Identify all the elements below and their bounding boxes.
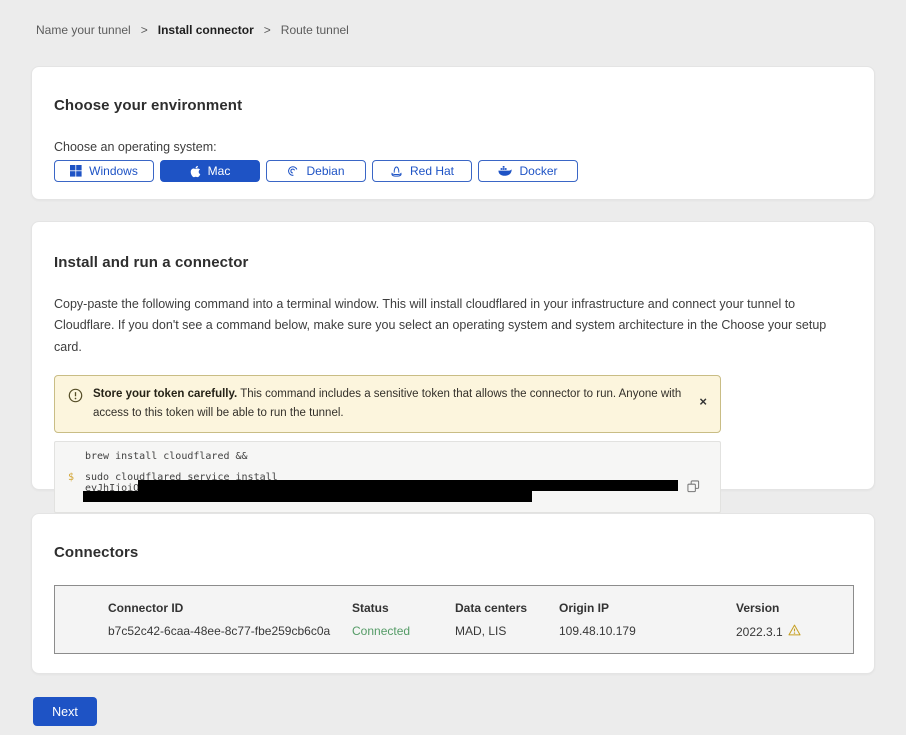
status-badge: Connected [352,624,455,639]
shell-prompt: $ [68,472,74,483]
os-button-redhat[interactable]: Red Hat [372,160,472,182]
install-card-title: Install and run a connector [54,254,852,271]
table-row: b7c52c42-6caa-48ee-8c77-fbe259cb6c0a Con… [108,624,853,639]
environment-card: Choose your environment Choose an operat… [31,66,875,200]
environment-card-title: Choose your environment [54,97,852,114]
col-header-data-centers: Data centers [455,601,559,615]
breadcrumb-separator: > [141,23,148,37]
os-button-debian[interactable]: Debian [266,160,366,182]
connector-id-value: b7c52c42-6caa-48ee-8c77-fbe259cb6c0a [108,624,352,639]
install-connector-card: Install and run a connector Copy-paste t… [31,221,875,490]
breadcrumb-separator: > [264,23,271,37]
os-button-group: Windows Mac Debian [54,160,852,182]
warning-triangle-icon [788,624,801,639]
install-card-description: Copy-paste the following command into a … [54,294,850,358]
os-select-label: Choose an operating system: [54,140,852,154]
os-button-windows[interactable]: Windows [54,160,154,182]
redhat-icon [390,165,403,178]
os-button-docker[interactable]: Docker [478,160,578,182]
breadcrumb: Name your tunnel > Install connector > R… [36,23,349,37]
alert-circle-icon [68,388,83,423]
col-header-version: Version [736,601,853,615]
token-warning-title: Store your token carefully. [93,388,237,400]
os-button-label: Red Hat [410,164,454,178]
close-icon[interactable]: × [699,395,707,408]
os-button-label: Docker [519,164,557,178]
token-warning-text: Store your token carefully. This command… [93,385,686,423]
copy-icon[interactable] [665,465,700,511]
breadcrumb-step-route-tunnel[interactable]: Route tunnel [281,23,349,37]
os-button-label: Debian [306,164,344,178]
os-button-mac[interactable]: Mac [160,160,260,182]
os-button-label: Windows [89,164,138,178]
debian-icon [287,165,299,177]
connectors-card-title: Connectors [54,544,852,561]
install-command-codeblock: brew install cloudflared && $ sudo cloud… [54,441,721,513]
col-header-origin-ip: Origin IP [559,601,736,615]
version-number: 2022.3.1 [736,625,783,639]
breadcrumb-step-name-tunnel[interactable]: Name your tunnel [36,23,131,37]
docker-icon [498,165,512,177]
code-line-brew: brew install cloudflared && [85,451,248,462]
os-button-label: Mac [208,164,231,178]
connectors-card: Connectors Connector ID Status Data cent… [31,513,875,674]
windows-icon [70,165,82,177]
connectors-table: Connector ID Status Data centers Origin … [54,585,854,654]
version-value: 2022.3.1 [736,624,853,639]
connectors-table-header: Connector ID Status Data centers Origin … [108,601,853,615]
origin-ip-value: 109.48.10.179 [559,624,736,639]
next-button[interactable]: Next [33,697,97,726]
data-centers-value: MAD, LIS [455,624,559,639]
col-header-connector-id: Connector ID [108,601,352,615]
token-redaction-bar [83,491,532,502]
bottom-edge-strip [0,735,906,740]
token-redaction-bar [138,480,678,491]
col-header-status: Status [352,601,455,615]
token-warning-banner: Store your token carefully. This command… [54,375,721,433]
breadcrumb-step-install-connector[interactable]: Install connector [158,23,254,37]
apple-icon [190,165,201,178]
